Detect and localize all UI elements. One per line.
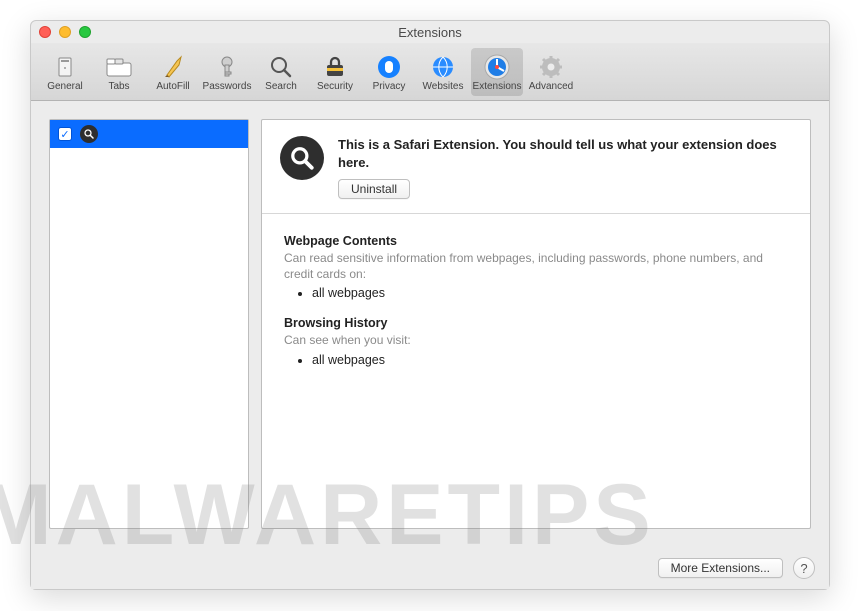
toolbar-label: Tabs: [108, 81, 129, 92]
preferences-toolbar: General Tabs AutoFill Passwords Search: [31, 43, 829, 101]
extension-detail-panel: This is a Safari Extension. You should t…: [261, 119, 811, 529]
window-title: Extensions: [31, 25, 829, 40]
advanced-icon: [537, 53, 565, 81]
toolbar-passwords[interactable]: Passwords: [201, 48, 253, 96]
traffic-lights: [39, 26, 91, 38]
toolbar-label: Privacy: [373, 81, 406, 92]
toolbar-label: Passwords: [203, 81, 252, 92]
close-window-button[interactable]: [39, 26, 51, 38]
toolbar-tabs[interactable]: Tabs: [93, 48, 145, 96]
section-title: Browsing History: [284, 316, 788, 330]
extension-icon: [80, 125, 98, 143]
search-icon: [267, 53, 295, 81]
extension-large-icon: [280, 136, 324, 180]
extension-enable-checkbox[interactable]: ✓: [58, 127, 72, 141]
minimize-window-button[interactable]: [59, 26, 71, 38]
section-bullets: all webpages: [312, 353, 788, 367]
extensions-sidebar: ✓: [49, 119, 249, 529]
detail-header: This is a Safari Extension. You should t…: [262, 120, 810, 214]
section-bullets: all webpages: [312, 286, 788, 300]
tabs-icon: [105, 53, 133, 81]
titlebar: Extensions: [31, 21, 829, 43]
toolbar-autofill[interactable]: AutoFill: [147, 48, 199, 96]
extensions-icon: [483, 53, 511, 81]
toolbar-security[interactable]: Security: [309, 48, 361, 96]
permissions-body: Webpage Contents Can read sensitive info…: [262, 214, 810, 403]
toolbar-label: Extensions: [473, 81, 522, 92]
toolbar-privacy[interactable]: Privacy: [363, 48, 415, 96]
websites-icon: [429, 53, 457, 81]
content-area: ✓ This is a Safari Extension. You should…: [31, 101, 829, 547]
autofill-icon: [159, 53, 187, 81]
privacy-icon: [375, 53, 403, 81]
maximize-window-button[interactable]: [79, 26, 91, 38]
more-extensions-button[interactable]: More Extensions...: [658, 558, 783, 578]
security-icon: [321, 53, 349, 81]
section-title: Webpage Contents: [284, 234, 788, 248]
toolbar-advanced[interactable]: Advanced: [525, 48, 577, 96]
window-footer: More Extensions... ?: [31, 547, 829, 589]
extension-list-item[interactable]: ✓: [50, 120, 248, 148]
section-desc: Can see when you visit:: [284, 332, 788, 348]
extension-description: This is a Safari Extension. You should t…: [338, 136, 792, 171]
preferences-window: Extensions General Tabs AutoFill Passwor…: [30, 20, 830, 590]
toolbar-general[interactable]: General: [39, 48, 91, 96]
help-button[interactable]: ?: [793, 557, 815, 579]
passwords-icon: [213, 53, 241, 81]
toolbar-websites[interactable]: Websites: [417, 48, 469, 96]
general-icon: [51, 53, 79, 81]
toolbar-search[interactable]: Search: [255, 48, 307, 96]
toolbar-label: Security: [317, 81, 353, 92]
toolbar-label: Advanced: [529, 81, 573, 92]
toolbar-label: General: [47, 81, 83, 92]
uninstall-button[interactable]: Uninstall: [338, 179, 410, 199]
toolbar-label: AutoFill: [156, 81, 189, 92]
toolbar-label: Search: [265, 81, 297, 92]
toolbar-extensions[interactable]: Extensions: [471, 48, 523, 96]
bullet-item: all webpages: [312, 286, 788, 300]
toolbar-label: Websites: [423, 81, 464, 92]
bullet-item: all webpages: [312, 353, 788, 367]
section-desc: Can read sensitive information from webp…: [284, 250, 788, 282]
